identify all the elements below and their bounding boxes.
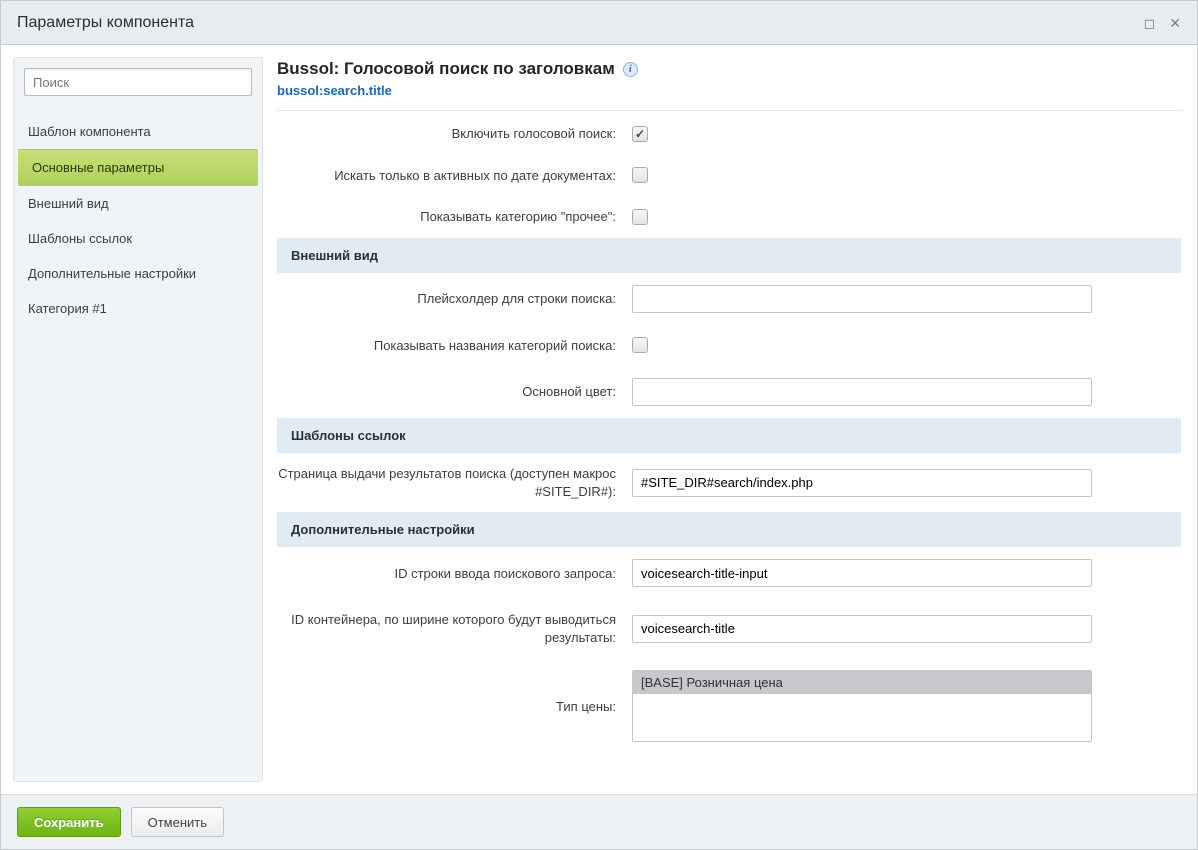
label-enable-voice: Включить голосовой поиск: <box>277 125 632 143</box>
label-placeholder-search: Плейсхолдер для строки поиска: <box>277 290 632 308</box>
sidebar-item-appearance[interactable]: Внешний вид <box>14 186 262 221</box>
label-show-cat-names: Показывать названия категорий поиска: <box>277 337 632 355</box>
sidebar-item-main-params[interactable]: Основные параметры <box>18 149 258 186</box>
listbox-item-base[interactable]: [BASE] Розничная цена <box>633 671 1091 694</box>
checkbox-enable-voice[interactable] <box>632 126 648 142</box>
row-show-cat-names: Показывать названия категорий поиска: <box>277 325 1181 367</box>
sidebar-items: Шаблон компонента Основные параметры Вне… <box>14 106 262 326</box>
save-button[interactable]: Сохранить <box>17 807 121 837</box>
sidebar-item-extra[interactable]: Дополнительные настройки <box>14 256 262 291</box>
label-input-id: ID строки ввода поискового запроса: <box>277 565 632 583</box>
row-enable-voice: Включить голосовой поиск: <box>277 113 1181 155</box>
label-main-color: Основной цвет: <box>277 383 632 401</box>
row-price-type: Тип цены: [BASE] Розничная цена <box>277 658 1181 754</box>
row-container-id: ID контейнера, по ширине которого будут … <box>277 599 1181 658</box>
sidebar-search-input[interactable] <box>24 68 252 96</box>
dialog-window: Параметры компонента ◻ ✕ Шаблон компонен… <box>0 0 1198 850</box>
dialog-footer: Сохранить Отменить <box>1 794 1197 849</box>
row-active-only: Искать только в активных по дате докумен… <box>277 155 1181 197</box>
component-code: bussol:search.title <box>277 83 1183 98</box>
input-input-id[interactable] <box>632 559 1092 587</box>
listbox-price-type[interactable]: [BASE] Розничная цена <box>632 670 1092 742</box>
row-show-other: Показывать категорию "прочее": <box>277 196 1181 238</box>
close-icon[interactable]: ✕ <box>1169 16 1181 30</box>
sidebar-item-template[interactable]: Шаблон компонента <box>14 114 262 149</box>
row-main-color: Основной цвет: <box>277 366 1181 418</box>
form-scroll-area[interactable]: Включить голосовой поиск: Искать только … <box>277 113 1183 794</box>
input-container-id[interactable] <box>632 615 1092 643</box>
input-placeholder-search[interactable] <box>632 285 1092 313</box>
input-main-color[interactable] <box>632 378 1092 406</box>
sidebar-search-wrap <box>14 68 262 106</box>
sidebar-item-link-templates[interactable]: Шаблоны ссылок <box>14 221 262 256</box>
row-results-page: Страница выдачи результатов поиска (дост… <box>277 453 1181 512</box>
maximize-icon[interactable]: ◻ <box>1144 16 1156 30</box>
checkbox-show-cat-names[interactable] <box>632 337 648 353</box>
label-active-only: Искать только в активных по дате докумен… <box>277 167 632 185</box>
label-show-other: Показывать категорию "прочее": <box>277 208 632 226</box>
section-link-templates: Шаблоны ссылок <box>277 418 1181 453</box>
component-title: Bussol: Голосовой поиск по заголовкам <box>277 59 615 79</box>
dialog-body: Шаблон компонента Основные параметры Вне… <box>1 45 1197 794</box>
section-extra: Дополнительные настройки <box>277 512 1181 547</box>
input-results-page[interactable] <box>632 469 1092 497</box>
row-placeholder-search: Плейсхолдер для строки поиска: <box>277 273 1181 325</box>
sidebar-item-category-1[interactable]: Категория #1 <box>14 291 262 326</box>
content: Bussol: Голосовой поиск по заголовкам i … <box>263 45 1197 794</box>
titlebar: Параметры компонента ◻ ✕ <box>1 1 1197 45</box>
sidebar: Шаблон компонента Основные параметры Вне… <box>13 57 263 782</box>
label-container-id: ID контейнера, по ширине которого будут … <box>277 611 632 646</box>
row-input-id: ID строки ввода поискового запроса: <box>277 547 1181 599</box>
content-header: Bussol: Голосовой поиск по заголовкам i … <box>277 59 1183 111</box>
section-appearance: Внешний вид <box>277 238 1181 273</box>
window-title: Параметры компонента <box>17 14 194 32</box>
label-results-page: Страница выдачи результатов поиска (дост… <box>277 465 632 500</box>
checkbox-show-other[interactable] <box>632 209 648 225</box>
info-icon[interactable]: i <box>623 62 638 77</box>
checkbox-active-only[interactable] <box>632 167 648 183</box>
titlebar-actions: ◻ ✕ <box>1144 16 1181 30</box>
cancel-button[interactable]: Отменить <box>131 807 224 837</box>
label-price-type: Тип цены: <box>277 698 632 716</box>
